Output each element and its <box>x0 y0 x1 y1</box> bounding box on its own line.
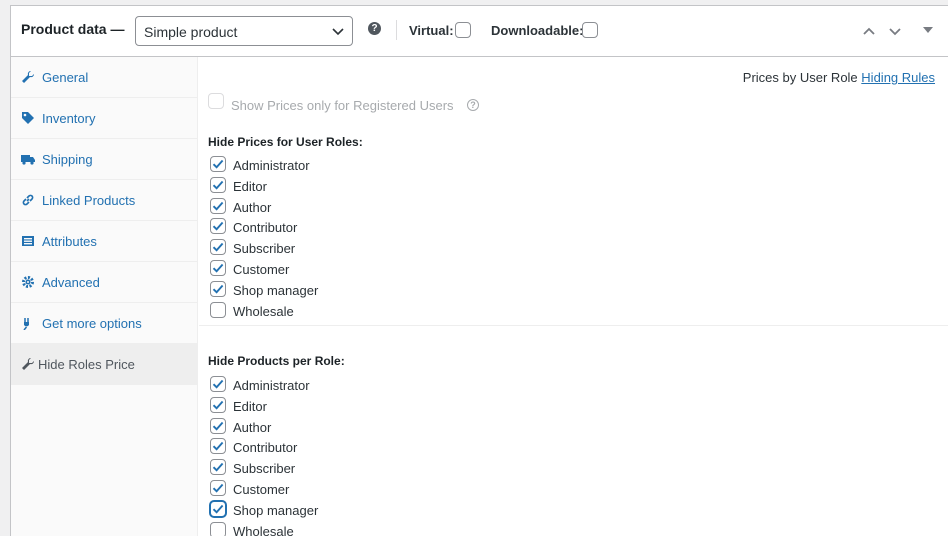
tab-inventory[interactable]: Inventory <box>11 98 197 139</box>
role-checkbox[interactable] <box>210 459 226 476</box>
section-divider <box>199 325 948 326</box>
role-label: Administrator <box>233 378 310 393</box>
tab-label: Hide Roles Price <box>38 357 135 372</box>
role-checkbox[interactable] <box>210 260 226 276</box>
tab-label: Attributes <box>42 234 97 249</box>
rules-header-text: Prices by User Role <box>742 70 858 85</box>
role-label: Author <box>233 419 272 435</box>
tab-shipping[interactable]: Shipping <box>11 139 197 180</box>
hide-roles-price-panel: Prices by User Role Hiding Rules Show Pr… <box>199 57 948 536</box>
product-type-select[interactable]: Simple product <box>135 16 353 46</box>
role-checkbox[interactable] <box>210 280 226 297</box>
checkmark-icon <box>212 442 224 452</box>
checkmark-icon <box>212 243 224 252</box>
role-checkbox[interactable] <box>210 521 226 536</box>
list-icon <box>22 236 34 246</box>
toggle-panel-icon[interactable] <box>923 27 933 33</box>
role-checkbox[interactable] <box>210 218 226 235</box>
tab-general[interactable]: General <box>11 57 197 98</box>
role-label: Contributor <box>233 220 298 236</box>
checkmark-icon <box>212 159 224 169</box>
role-label: Editor <box>233 398 267 414</box>
checkmark-icon <box>212 222 224 232</box>
downloadable-label: Downloadable: <box>491 23 584 38</box>
role-label: Administrator <box>233 158 310 173</box>
role-checkbox[interactable] <box>210 480 226 496</box>
role-checkbox[interactable] <box>210 376 226 392</box>
checkmark-icon <box>212 201 224 211</box>
role-label: Customer <box>233 262 290 277</box>
checkmark-icon <box>212 463 224 472</box>
tab-linked-products[interactable]: Linked Products <box>11 180 197 221</box>
virtual-checkbox[interactable] <box>455 22 471 38</box>
product-data-panel: Product data — Simple product ? Virtual:… <box>10 5 948 536</box>
role-checkbox[interactable] <box>210 500 226 517</box>
tab-label: Linked Products <box>42 193 136 208</box>
tab-label: Shipping <box>42 152 93 167</box>
checkmark-icon <box>212 400 224 410</box>
chevron-down-icon <box>332 28 344 36</box>
help-icon[interactable]: ? <box>368 22 381 35</box>
hide-products-title: Hide Products per Role: <box>208 354 345 368</box>
wrench-icon <box>22 70 35 83</box>
role-checkbox[interactable] <box>210 438 226 455</box>
help-icon[interactable]: ? <box>467 99 479 111</box>
tab-label: Advanced <box>42 275 100 290</box>
product-type-value: Simple product <box>144 24 238 40</box>
virtual-label: Virtual: <box>409 23 454 38</box>
role-label: Customer <box>233 482 290 497</box>
plugin-icon <box>23 318 29 330</box>
role-label: Wholesale <box>233 523 294 536</box>
downloadable-checkbox[interactable] <box>582 22 598 38</box>
checkmark-icon <box>212 379 224 389</box>
checkmark-icon <box>212 421 224 431</box>
hiding-rules-link[interactable]: Hiding Rules <box>861 70 935 85</box>
link-icon <box>22 194 34 206</box>
role-label: Contributor <box>233 440 298 456</box>
header-divider <box>396 20 397 40</box>
checkmark-icon <box>212 483 224 493</box>
wrench-icon <box>22 357 35 370</box>
move-up-icon[interactable] <box>862 24 876 38</box>
checkmark-icon <box>212 263 224 273</box>
role-checkbox[interactable] <box>210 197 226 214</box>
role-label: Wholesale <box>233 303 294 319</box>
truck-icon <box>21 155 35 165</box>
tab-hide-roles-price[interactable]: Hide Roles Price <box>11 344 197 385</box>
role-checkbox[interactable] <box>210 156 226 172</box>
role-checkbox[interactable] <box>210 176 226 193</box>
panel-title: Product data — <box>21 21 125 37</box>
role-checkbox[interactable] <box>210 396 226 413</box>
panel-header: Product data — Simple product ? Virtual:… <box>11 6 948 57</box>
hide-prices-title: Hide Prices for User Roles: <box>208 135 363 149</box>
role-label: Shop manager <box>233 282 319 298</box>
tag-icon <box>22 112 34 124</box>
role-checkbox[interactable] <box>210 301 226 318</box>
role-label: Editor <box>233 178 267 194</box>
role-label: Shop manager <box>233 502 319 518</box>
move-down-icon[interactable] <box>888 24 902 38</box>
tab-attributes[interactable]: Attributes <box>11 221 197 262</box>
registered-users-label: Show Prices only for Registered Users <box>231 98 454 113</box>
tab-advanced[interactable]: Advanced <box>11 262 197 303</box>
tab-label: Inventory <box>42 111 96 126</box>
role-label: Subscriber <box>233 461 296 477</box>
checkmark-icon <box>212 284 224 294</box>
checkmark-icon <box>212 504 224 514</box>
role-checkbox[interactable] <box>210 417 226 434</box>
checkmark-icon <box>212 180 224 190</box>
role-checkbox[interactable] <box>210 239 226 256</box>
rules-header: Prices by User Role Hiding Rules <box>743 70 935 85</box>
registered-users-checkbox[interactable] <box>208 93 224 109</box>
product-data-tabs: General Inventory Shipping Linked Produc… <box>11 57 198 536</box>
role-label: Subscriber <box>233 241 296 257</box>
gear-icon <box>22 276 34 288</box>
role-label: Author <box>233 199 272 215</box>
tab-label: Get more options <box>42 316 142 331</box>
tab-label: General <box>42 70 89 85</box>
tab-get-more-options[interactable]: Get more options <box>11 303 197 344</box>
